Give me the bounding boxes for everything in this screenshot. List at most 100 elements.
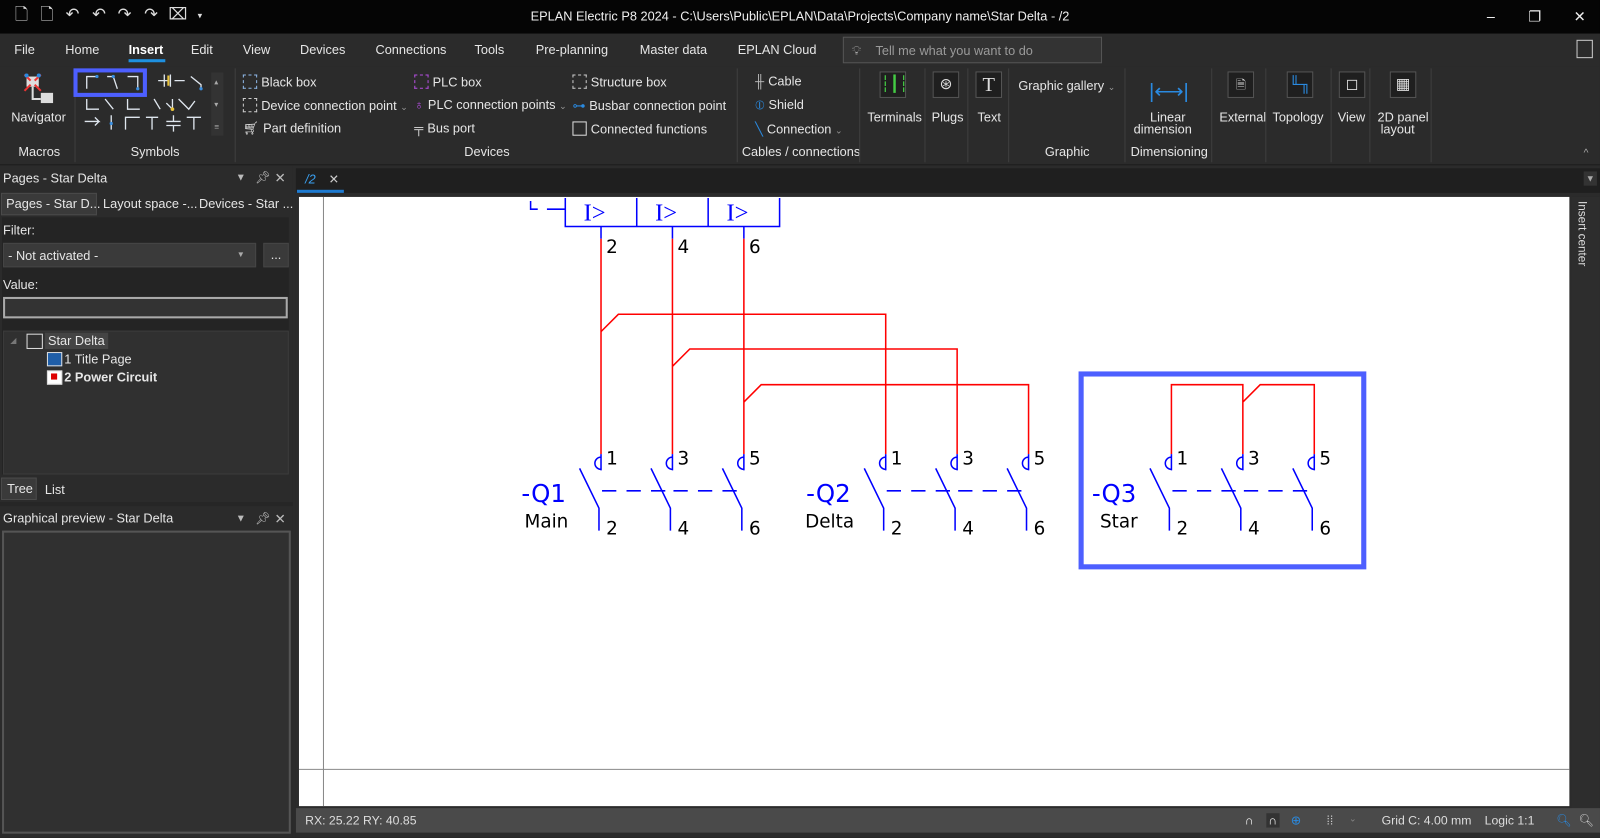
terminals-icon[interactable]: ┆┃┆	[879, 71, 908, 98]
plugs-button[interactable]: Plugs	[932, 110, 964, 124]
panel-menu-icon[interactable]: ▼	[236, 172, 246, 183]
label: Structure box	[590, 75, 667, 90]
connection-button[interactable]: ╲ Connection ⌄	[755, 121, 843, 136]
tree-page-2[interactable]: 2 Power Circuit	[64, 370, 157, 384]
close-tab-icon[interactable]: ✕	[329, 172, 339, 186]
zoom-icon[interactable]: 🔍︎	[1579, 813, 1595, 827]
restore-button[interactable]: ❐	[1524, 8, 1544, 25]
device-tag: -Q3	[1092, 479, 1137, 508]
close-panel-icon[interactable]: ✕	[274, 511, 285, 527]
view-icon[interactable]: ◻	[1338, 71, 1366, 98]
terminal-label: 2	[891, 519, 903, 540]
view-button[interactable]: View	[1338, 110, 1365, 124]
text-button[interactable]: Text	[978, 110, 1001, 124]
navigator-button[interactable]: Navigator	[11, 110, 66, 124]
switch-device-q2[interactable]: 1 2 3 4 5 6 -Q2 Delta	[805, 448, 1045, 539]
menu-insert[interactable]: Insert	[129, 43, 164, 57]
black-box-button[interactable]: Black box	[242, 74, 317, 90]
filter-more-button[interactable]: ...	[263, 242, 289, 268]
plc-box-icon	[414, 74, 429, 89]
busbar-icon: ⊶	[572, 98, 586, 114]
snap-to-grid-icon[interactable]: ∩	[1266, 813, 1280, 828]
terminal-label: 6	[749, 519, 761, 540]
zoom-window-icon[interactable]: 🔍︎	[1556, 813, 1572, 827]
terminal-label: 6	[1034, 519, 1046, 540]
menu-tools[interactable]: Tools	[474, 43, 504, 57]
pin-icon[interactable]: 📌︎	[255, 170, 271, 184]
tab-pages[interactable]: Pages - Star D...	[6, 197, 100, 211]
text-icon[interactable]: T	[975, 71, 1003, 98]
search-box[interactable]: 💡︎ Tell me what you want to do	[842, 36, 1103, 64]
tab-list[interactable]: List	[45, 483, 65, 497]
separator	[1330, 68, 1332, 163]
value-input[interactable]	[3, 296, 288, 319]
close-button[interactable]: ✕	[1569, 8, 1589, 25]
splitter[interactable]	[0, 502, 293, 507]
plugs-icon[interactable]: ⊛	[932, 71, 960, 98]
part-definition-button[interactable]: 🛒︎ Part definition	[243, 121, 341, 136]
tree-root[interactable]: Star Delta	[44, 332, 108, 349]
schematic-canvas[interactable]: I> I> I> 2 4 6 1 2 3 4 5 6 -Q1 Main 1 2 3 4 5 6 -Q2 Del…	[298, 196, 1570, 807]
tree-page-1[interactable]: 1 Title Page	[64, 352, 131, 366]
menu-connections[interactable]: Connections	[376, 43, 447, 57]
ribbon-layout-icon[interactable]	[1576, 39, 1593, 59]
menu-pre-planning[interactable]: Pre-planning	[536, 43, 608, 57]
panel-layout-icon[interactable]: ▦	[1389, 71, 1417, 98]
panel-menu-icon[interactable]: ▼	[236, 513, 246, 524]
terminal-label: 3	[678, 448, 690, 469]
grid-size[interactable]: Grid C: 4.00 mm	[1382, 813, 1472, 827]
topology-button[interactable]: Topology	[1272, 110, 1323, 124]
topology-icon[interactable]: ╙╖	[1286, 71, 1314, 98]
busbar-connection-point-button[interactable]: ⊶ Busbar connection point	[572, 98, 726, 113]
switch-device-q3[interactable]: 1 2 3 4 5 6 -Q3 Star	[1092, 448, 1331, 539]
switch-device-q1[interactable]: 1 2 3 4 5 6 -Q1 Main	[521, 448, 760, 539]
plc-box-button[interactable]: PLC box	[414, 74, 482, 90]
pin-icon[interactable]: 📌︎	[255, 511, 271, 525]
input-point-icon[interactable]: ⊕	[1291, 813, 1301, 827]
tab-tree[interactable]: Tree	[7, 482, 33, 496]
linear-dimension-icon[interactable]: |⟷|	[1149, 79, 1189, 105]
filter-select[interactable]: - Not activated - ▼	[3, 242, 257, 268]
search-placeholder: Tell me what you want to do	[875, 43, 1033, 59]
snap-to-object-icon[interactable]: ∩	[1245, 813, 1254, 827]
external-icon[interactable]: 🗎︎	[1227, 71, 1255, 98]
chevron-down-icon[interactable]: ⌄	[1349, 813, 1357, 824]
device-connection-point-button[interactable]: Device connection point ⌄	[242, 97, 408, 113]
bus-port-button[interactable]: ╤ Bus port	[414, 121, 475, 135]
group-cables-label: Cables / connections	[741, 144, 861, 160]
device-name: Main	[524, 512, 568, 533]
tab-layout-space[interactable]: Layout space -...	[103, 197, 197, 211]
structure-box-button[interactable]: Structure box	[572, 74, 667, 90]
expand-icon[interactable]: ◢	[10, 336, 16, 345]
lightbulb-icon: 💡︎	[852, 43, 861, 59]
filter-value: - Not activated -	[8, 248, 99, 264]
menu-home[interactable]: Home	[65, 43, 99, 57]
shield-button[interactable]: ⦶ Shield	[755, 98, 804, 113]
plc-connection-points-button[interactable]: ♁ PLC connection points ⌄	[414, 98, 567, 112]
terminals-button[interactable]: Terminals	[867, 110, 922, 124]
tab-devices[interactable]: Devices - Star ...	[199, 197, 293, 211]
external-button[interactable]: External	[1219, 110, 1266, 124]
linear-dimension-button-line2[interactable]: dimension	[1134, 122, 1192, 136]
graphic-gallery-button[interactable]: Graphic gallery ⌄	[1018, 79, 1115, 93]
tab-page-2[interactable]: /2	[305, 172, 316, 186]
menu-eplan-cloud[interactable]: EPLAN Cloud	[738, 43, 817, 57]
collapse-ribbon-icon[interactable]: ^	[1584, 148, 1589, 159]
grid-icon[interactable]: ⁞⁞	[1327, 813, 1334, 827]
menu-master-data[interactable]: Master data	[640, 43, 707, 57]
logic-scale[interactable]: Logic 1:1	[1485, 813, 1535, 827]
connected-functions-button[interactable]: Connected functions	[572, 121, 707, 137]
panel-layout-button-line2[interactable]: layout	[1381, 122, 1415, 136]
minimize-button[interactable]: –	[1481, 8, 1501, 24]
tab-list-dropdown-icon[interactable]: ▼	[1583, 171, 1597, 186]
close-panel-icon[interactable]: ✕	[274, 170, 285, 186]
separator	[234, 68, 236, 163]
insert-center-tab[interactable]: Insert center	[1575, 201, 1587, 266]
menu-file[interactable]: File	[14, 43, 35, 57]
ribbon: Navigator Macros ▴ ▾ ≡ Symbols Black box	[0, 66, 1600, 166]
menu-devices[interactable]: Devices	[300, 43, 345, 57]
cable-button[interactable]: ╫ Cable	[755, 74, 801, 88]
navigator-icon[interactable]	[22, 72, 55, 105]
menu-edit[interactable]: Edit	[191, 43, 213, 57]
menu-view[interactable]: View	[243, 43, 270, 57]
